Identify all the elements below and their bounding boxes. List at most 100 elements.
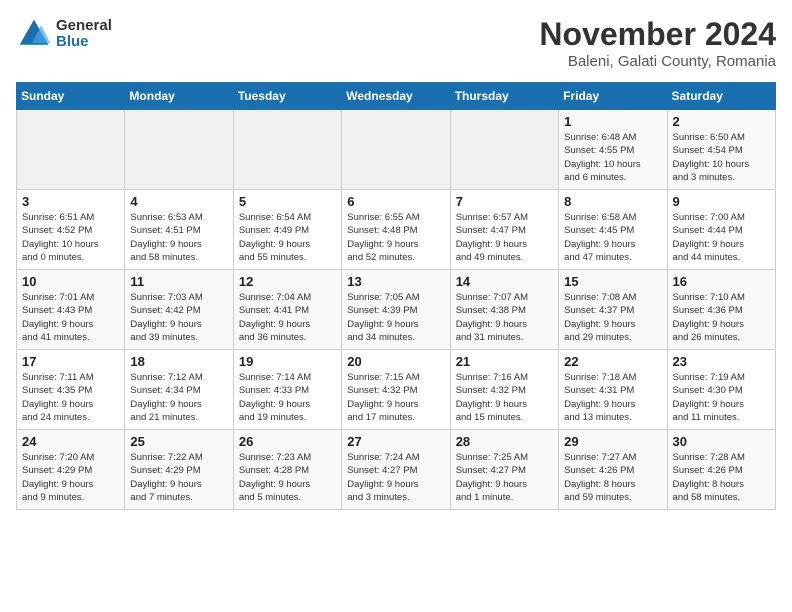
calendar-cell: 14 Sunrise: 7:07 AM Sunset: 4:38 PM Dayli… (450, 270, 558, 350)
day-number: 4 (130, 194, 227, 209)
header-cell-friday: Friday (559, 83, 667, 110)
day-number: 2 (673, 114, 770, 129)
calendar-week-3: 10Sunrise: 7:01 AM Sunset: 4:43 PM Dayli… (17, 270, 776, 350)
calendar-week-1: 1Sunrise: 6:48 AM Sunset: 4:55 PM Daylig… (17, 110, 776, 190)
logo-general-text: General (56, 18, 112, 35)
calendar-cell: 5Sunrise: 6:54 AM Sunset: 4:49 PM Daylig… (233, 190, 341, 270)
day-info: Sunrise: 7:07 AM Sunset: 4:38 PM Dayligh… (456, 291, 553, 344)
calendar-cell (342, 110, 450, 190)
day-number: 8 (564, 194, 661, 209)
calendar-cell: 19 Sunrise: 7:14 AM Sunset: 4:33 PM Dayli… (233, 350, 341, 430)
day-info: Sunrise: 6:58 AM Sunset: 4:45 PM Dayligh… (564, 211, 661, 264)
calendar-cell: 23Sunrise: 7:19 AM Sunset: 4:30 PM Dayli… (667, 350, 775, 430)
header: General Blue November 2024 Baleni, Galat… (16, 16, 776, 70)
calendar-cell (233, 110, 341, 190)
day-number: 22 (564, 354, 661, 369)
location-title: Baleni, Galati County, Romania (539, 53, 776, 70)
day-number: 12 (239, 274, 336, 289)
calendar-cell (125, 110, 233, 190)
calendar-cell: 18Sunrise: 7:12 AM Sunset: 4:34 PM Dayli… (125, 350, 233, 430)
calendar-cell: 15 Sunrise: 7:08 AM Sunset: 4:37 PM Dayli… (559, 270, 667, 350)
calendar-cell: 29 Sunrise: 7:27 AM Sunset: 4:26 PM Dayli… (559, 430, 667, 510)
day-number: 27 (347, 434, 444, 449)
day-info: Sunrise: 7:11 AM Sunset: 4:35 PM Dayligh… (22, 371, 119, 424)
day-info: Sunrise: 7:08 AM Sunset: 4:37 PM Dayligh… (564, 291, 661, 344)
day-info: Sunrise: 7:18 AM Sunset: 4:31 PM Dayligh… (564, 371, 661, 424)
calendar-header: SundayMondayTuesdayWednesdayThursdayFrid… (17, 83, 776, 110)
day-number: 19 (239, 354, 336, 369)
day-info: Sunrise: 7:25 AM Sunset: 4:27 PM Dayligh… (456, 451, 553, 504)
calendar-cell: 9 Sunrise: 7:00 AM Sunset: 4:44 PM Daylig… (667, 190, 775, 270)
day-number: 29 (564, 434, 661, 449)
calendar-body: 1Sunrise: 6:48 AM Sunset: 4:55 PM Daylig… (17, 110, 776, 510)
calendar-cell: 24Sunrise: 7:20 AM Sunset: 4:29 PM Dayli… (17, 430, 125, 510)
header-cell-wednesday: Wednesday (342, 83, 450, 110)
day-number: 9 (673, 194, 770, 209)
header-cell-tuesday: Tuesday (233, 83, 341, 110)
day-info: Sunrise: 7:27 AM Sunset: 4:26 PM Dayligh… (564, 451, 661, 504)
title-block: November 2024 Baleni, Galati County, Rom… (539, 16, 776, 70)
month-title: November 2024 (539, 16, 776, 53)
calendar-cell: 27 Sunrise: 7:24 AM Sunset: 4:27 PM Dayli… (342, 430, 450, 510)
day-info: Sunrise: 6:55 AM Sunset: 4:48 PM Dayligh… (347, 211, 444, 264)
calendar-week-2: 3 Sunrise: 6:51 AM Sunset: 4:52 PM Daylig… (17, 190, 776, 270)
calendar-cell: 21 Sunrise: 7:16 AM Sunset: 4:32 PM Dayli… (450, 350, 558, 430)
calendar-cell: 16 Sunrise: 7:10 AM Sunset: 4:36 PM Dayli… (667, 270, 775, 350)
calendar-cell: 22 Sunrise: 7:18 AM Sunset: 4:31 PM Dayli… (559, 350, 667, 430)
logo-text: General Blue (56, 18, 112, 51)
day-number: 13 (347, 274, 444, 289)
calendar-cell: 1Sunrise: 6:48 AM Sunset: 4:55 PM Daylig… (559, 110, 667, 190)
logo-blue-text: Blue (56, 34, 112, 51)
day-info: Sunrise: 7:24 AM Sunset: 4:27 PM Dayligh… (347, 451, 444, 504)
day-info: Sunrise: 7:01 AM Sunset: 4:43 PM Dayligh… (22, 291, 119, 344)
calendar-cell: 28 Sunrise: 7:25 AM Sunset: 4:27 PM Dayli… (450, 430, 558, 510)
calendar-cell: 8 Sunrise: 6:58 AM Sunset: 4:45 PM Daylig… (559, 190, 667, 270)
calendar-cell: 20Sunrise: 7:15 AM Sunset: 4:32 PM Dayli… (342, 350, 450, 430)
day-number: 16 (673, 274, 770, 289)
day-number: 25 (130, 434, 227, 449)
day-number: 15 (564, 274, 661, 289)
day-info: Sunrise: 7:19 AM Sunset: 4:30 PM Dayligh… (673, 371, 770, 424)
calendar-cell: 11 Sunrise: 7:03 AM Sunset: 4:42 PM Dayli… (125, 270, 233, 350)
day-number: 24 (22, 434, 119, 449)
day-number: 26 (239, 434, 336, 449)
day-info: Sunrise: 6:54 AM Sunset: 4:49 PM Dayligh… (239, 211, 336, 264)
calendar-cell: 6Sunrise: 6:55 AM Sunset: 4:48 PM Daylig… (342, 190, 450, 270)
day-info: Sunrise: 7:15 AM Sunset: 4:32 PM Dayligh… (347, 371, 444, 424)
day-number: 11 (130, 274, 227, 289)
calendar-week-4: 17Sunrise: 7:11 AM Sunset: 4:35 PM Dayli… (17, 350, 776, 430)
day-info: Sunrise: 7:10 AM Sunset: 4:36 PM Dayligh… (673, 291, 770, 344)
day-number: 7 (456, 194, 553, 209)
day-number: 21 (456, 354, 553, 369)
day-number: 28 (456, 434, 553, 449)
day-number: 14 (456, 274, 553, 289)
calendar-cell: 10Sunrise: 7:01 AM Sunset: 4:43 PM Dayli… (17, 270, 125, 350)
calendar-cell: 30 Sunrise: 7:28 AM Sunset: 4:26 PM Dayli… (667, 430, 775, 510)
calendar-table: SundayMondayTuesdayWednesdayThursdayFrid… (16, 82, 776, 510)
calendar-cell: 2 Sunrise: 6:50 AM Sunset: 4:54 PM Daylig… (667, 110, 775, 190)
day-info: Sunrise: 7:28 AM Sunset: 4:26 PM Dayligh… (673, 451, 770, 504)
calendar-week-5: 24Sunrise: 7:20 AM Sunset: 4:29 PM Dayli… (17, 430, 776, 510)
logo: General Blue (16, 16, 112, 52)
day-number: 1 (564, 114, 661, 129)
header-cell-sunday: Sunday (17, 83, 125, 110)
day-info: Sunrise: 7:03 AM Sunset: 4:42 PM Dayligh… (130, 291, 227, 344)
calendar-cell: 12Sunrise: 7:04 AM Sunset: 4:41 PM Dayli… (233, 270, 341, 350)
day-info: Sunrise: 7:23 AM Sunset: 4:28 PM Dayligh… (239, 451, 336, 504)
day-info: Sunrise: 7:00 AM Sunset: 4:44 PM Dayligh… (673, 211, 770, 264)
header-cell-saturday: Saturday (667, 83, 775, 110)
day-info: Sunrise: 7:16 AM Sunset: 4:32 PM Dayligh… (456, 371, 553, 424)
day-info: Sunrise: 7:14 AM Sunset: 4:33 PM Dayligh… (239, 371, 336, 424)
day-number: 3 (22, 194, 119, 209)
day-number: 30 (673, 434, 770, 449)
day-info: Sunrise: 7:05 AM Sunset: 4:39 PM Dayligh… (347, 291, 444, 344)
header-cell-thursday: Thursday (450, 83, 558, 110)
day-info: Sunrise: 6:51 AM Sunset: 4:52 PM Dayligh… (22, 211, 119, 264)
calendar-cell: 7Sunrise: 6:57 AM Sunset: 4:47 PM Daylig… (450, 190, 558, 270)
day-info: Sunrise: 6:50 AM Sunset: 4:54 PM Dayligh… (673, 131, 770, 184)
logo-icon (16, 16, 52, 52)
calendar-cell: 17Sunrise: 7:11 AM Sunset: 4:35 PM Dayli… (17, 350, 125, 430)
day-info: Sunrise: 6:53 AM Sunset: 4:51 PM Dayligh… (130, 211, 227, 264)
calendar-cell: 25Sunrise: 7:22 AM Sunset: 4:29 PM Dayli… (125, 430, 233, 510)
header-row: SundayMondayTuesdayWednesdayThursdayFrid… (17, 83, 776, 110)
